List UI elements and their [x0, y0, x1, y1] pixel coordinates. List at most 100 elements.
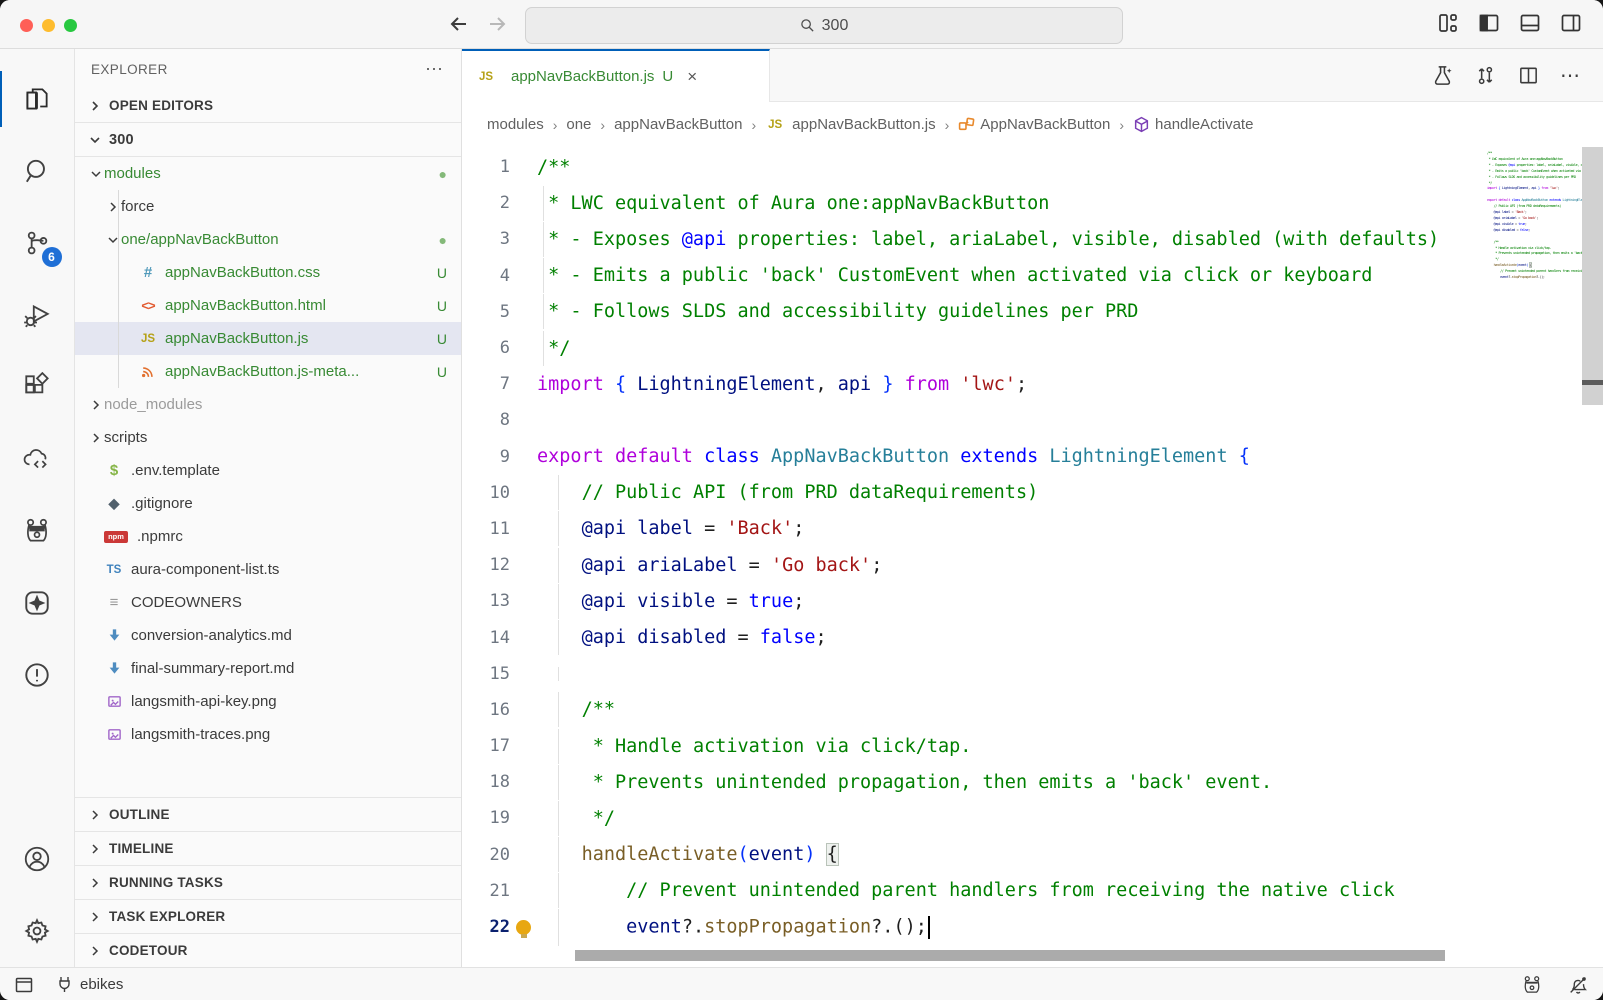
- tree-item-conversion-analytics-md[interactable]: conversion-analytics.md: [75, 619, 461, 652]
- breadcrumb-separator: ›: [1119, 117, 1124, 133]
- code-line-13[interactable]: 13 @api visible = true;: [462, 583, 1603, 619]
- vscode-window: 300 6: [0, 0, 1603, 1000]
- code-line-6[interactable]: 6 */: [462, 330, 1603, 366]
- minimize-window-button[interactable]: [42, 19, 55, 32]
- sidebar-item-ai-assistant[interactable]: [0, 567, 75, 639]
- split-editor-icon[interactable]: [1517, 64, 1540, 87]
- close-tab-icon[interactable]: ×: [687, 67, 697, 87]
- back-arrow-icon[interactable]: [447, 12, 471, 36]
- code-line-8[interactable]: 8: [462, 402, 1603, 438]
- tree-item-langsmith-api-key-png[interactable]: langsmith-api-key.png: [75, 685, 461, 718]
- line-number: 10: [462, 483, 510, 503]
- sidebar-item-run-debug[interactable]: [0, 279, 75, 351]
- code-line-3[interactable]: 3 * - Exposes @api properties: label, ar…: [462, 221, 1603, 257]
- customize-layout-icon[interactable]: [1436, 11, 1460, 35]
- toggle-secondary-sidebar-icon[interactable]: [1559, 11, 1583, 35]
- panel-timeline[interactable]: TIMELINE: [75, 831, 461, 865]
- code-line-11[interactable]: 11 @api label = 'Back';: [462, 511, 1603, 547]
- tree-item-aura-component-list-ts[interactable]: TSaura-component-list.ts: [75, 553, 461, 586]
- code-line-16[interactable]: 16 /**: [462, 692, 1603, 728]
- bear-icon[interactable]: [1521, 974, 1543, 996]
- code-line-18[interactable]: 18 * Prevents unintended propagation, th…: [462, 764, 1603, 800]
- command-center-search[interactable]: 300: [525, 7, 1123, 44]
- panel-running-tasks[interactable]: RUNNING TASKS: [75, 865, 461, 899]
- code-line-22[interactable]: 22 event?.stopPropagation?.();: [462, 909, 1603, 945]
- code-line-20[interactable]: 20 handleActivate(event) {: [462, 837, 1603, 873]
- tree-item-appnavbackbutton-html[interactable]: <>appNavBackButton.htmlU: [75, 289, 461, 322]
- minimap[interactable]: /** * LWC equivalent of Aura one:appNavB…: [1487, 147, 1582, 391]
- close-window-button[interactable]: [20, 19, 33, 32]
- breadcrumb-item[interactable]: one: [566, 116, 591, 133]
- tree-item-scripts[interactable]: scripts: [75, 421, 461, 454]
- code-line-5[interactable]: 5 * - Follows SLDS and accessibility gui…: [462, 294, 1603, 330]
- tree-item--npmrc[interactable]: npm.npmrc: [75, 520, 461, 553]
- tree-item-langsmith-traces-png[interactable]: langsmith-traces.png: [75, 718, 461, 751]
- cloud-code-icon: [22, 444, 52, 474]
- code-line-1[interactable]: 1/**: [462, 149, 1603, 185]
- explorer-more-icon[interactable]: ⋯: [425, 59, 445, 80]
- debug-icon: [22, 300, 52, 330]
- vertical-scrollbar[interactable]: [1582, 147, 1603, 405]
- toggle-panel-icon[interactable]: [1518, 11, 1542, 35]
- lightbulb-icon[interactable]: [516, 920, 531, 935]
- sidebar-item-explorer[interactable]: [0, 63, 75, 135]
- breadcrumb-item[interactable]: modules: [487, 116, 544, 133]
- code-line-19[interactable]: 19 */: [462, 800, 1603, 836]
- toggle-primary-sidebar-icon[interactable]: [1477, 11, 1501, 35]
- code-area[interactable]: 1/**2 * LWC equivalent of Aura one:appNa…: [462, 147, 1603, 967]
- code-line-17[interactable]: 17 * Handle activation via click/tap.: [462, 728, 1603, 764]
- code-line-21[interactable]: 21 // Prevent unintended parent handlers…: [462, 873, 1603, 909]
- settings-button[interactable]: [0, 895, 75, 967]
- forward-arrow-icon[interactable]: [485, 12, 509, 36]
- branch-status-item[interactable]: ebikes: [56, 975, 123, 994]
- tree-item--gitignore[interactable]: ◆.gitignore: [75, 487, 461, 520]
- run-tests-icon[interactable]: [1431, 64, 1454, 87]
- account-button[interactable]: [0, 823, 75, 895]
- code-line-4[interactable]: 4 * - Emits a public 'back' CustomEvent …: [462, 258, 1603, 294]
- code-line-12[interactable]: 12 @api ariaLabel = 'Go back';: [462, 547, 1603, 583]
- sidebar-item-cloud-code[interactable]: [0, 423, 75, 495]
- tree-item-one-appnavbackbutton[interactable]: one/appNavBackButton●: [75, 223, 461, 256]
- panel-outline[interactable]: OUTLINE: [75, 797, 461, 831]
- workspace-root-row[interactable]: 300: [75, 123, 461, 157]
- sidebar-item-extensions[interactable]: [0, 351, 75, 423]
- breadcrumb-item[interactable]: AppNavBackButton: [958, 116, 1110, 133]
- sidebar-item-search[interactable]: [0, 135, 75, 207]
- do-not-disturb-bell-icon[interactable]: [1567, 974, 1589, 996]
- tree-item-force[interactable]: force: [75, 190, 461, 223]
- panel-task-explorer[interactable]: TASK EXPLORER: [75, 899, 461, 933]
- open-editors-section[interactable]: OPEN EDITORS: [75, 89, 461, 123]
- line-number: 19: [462, 808, 510, 828]
- code-line-9[interactable]: 9export default class AppNavBackButton e…: [462, 439, 1603, 475]
- tree-item-codeowners[interactable]: ≡CODEOWNERS: [75, 586, 461, 619]
- compare-changes-icon[interactable]: [1474, 64, 1497, 87]
- code-line-2[interactable]: 2 * LWC equivalent of Aura one:appNavBac…: [462, 185, 1603, 221]
- remote-window-button[interactable]: [14, 975, 34, 995]
- tree-item-modules[interactable]: modules●: [75, 157, 461, 190]
- breadcrumb-item[interactable]: JSappNavBackButton.js: [765, 116, 935, 133]
- sidebar-item-source-control[interactable]: 6: [0, 207, 75, 279]
- tree-item--env-template[interactable]: $.env.template: [75, 454, 461, 487]
- code-line-10[interactable]: 10 // Public API (from PRD dataRequireme…: [462, 475, 1603, 511]
- tree-item-final-summary-report-md[interactable]: final-summary-report.md: [75, 652, 461, 685]
- chevron-right-icon: [87, 98, 103, 114]
- tree-item-appnavbackbutton-css[interactable]: #appNavBackButton.cssU: [75, 256, 461, 289]
- more-actions-icon[interactable]: ⋯: [1560, 63, 1581, 88]
- line-number: 9: [462, 447, 510, 467]
- sidebar-item-problems[interactable]: [0, 639, 75, 711]
- breadcrumb-item[interactable]: handleActivate: [1133, 116, 1253, 133]
- code-line-7[interactable]: 7import { LightningElement, api } from '…: [462, 366, 1603, 402]
- tree-item-node-modules[interactable]: node_modules: [75, 388, 461, 421]
- horizontal-scrollbar[interactable]: [575, 950, 1445, 961]
- tab-appnavbackbutton-js[interactable]: JS appNavBackButton.js U ×: [462, 49, 770, 102]
- code-line-14[interactable]: 14 @api disabled = false;: [462, 619, 1603, 655]
- tree-item-appnavbackbutton-js[interactable]: JSappNavBackButton.jsU: [75, 322, 461, 355]
- panel-codetour[interactable]: CODETOUR: [75, 933, 461, 967]
- breadcrumb-item[interactable]: appNavBackButton: [614, 116, 742, 133]
- search-value: 300: [822, 17, 849, 35]
- code-line-15[interactable]: 15: [462, 656, 1603, 692]
- tree-item-appnavbackbutton-js-meta-[interactable]: appNavBackButton.js-meta...U: [75, 355, 461, 388]
- chevron-right-icon: [105, 199, 121, 215]
- sidebar-item-bear-extension[interactable]: [0, 495, 75, 567]
- zoom-window-button[interactable]: [64, 19, 77, 32]
